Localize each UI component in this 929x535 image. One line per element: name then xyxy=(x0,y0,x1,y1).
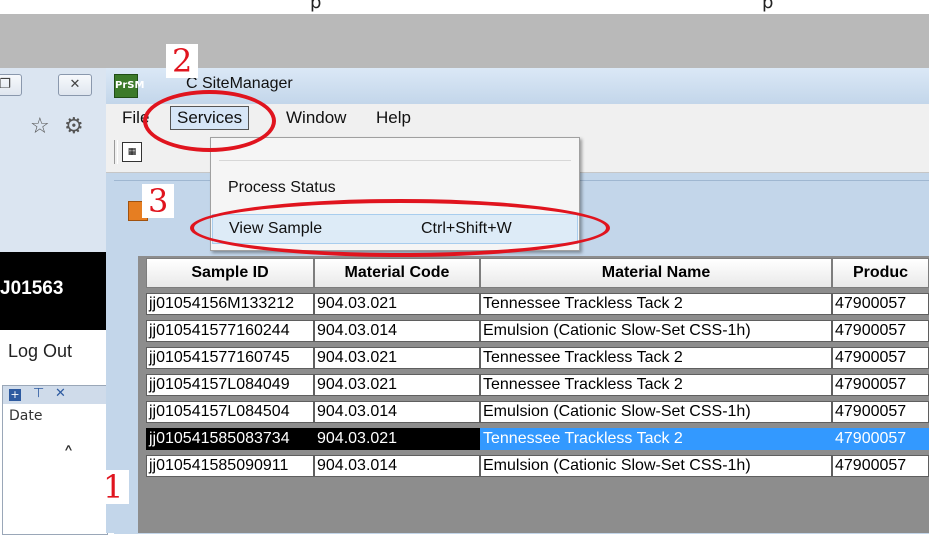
menu-help[interactable]: Help xyxy=(372,108,415,128)
cell-material-name: Tennessee Trackless Tack 2 xyxy=(480,347,832,369)
cell-material-name: Tennessee Trackless Tack 2 xyxy=(480,374,832,396)
cell-product: 47900057 xyxy=(832,428,929,450)
top-strip: p p xyxy=(0,0,929,14)
cell-sample-id: jj010541585090911 xyxy=(146,455,314,477)
table-header: Sample ID Material Code Material Name Pr… xyxy=(138,256,929,290)
cell-product: 47900057 xyxy=(832,401,929,423)
cell-material-code: 904.03.021 xyxy=(314,428,480,450)
browser-window: ❐ ✕ ☆ ⚙ J01563 Log Out + ⊤ ✕ Date ˄ xyxy=(0,68,108,535)
table-row[interactable]: jj01054157L084049 904.03.021 Tennessee T… xyxy=(138,371,929,398)
cell-sample-id: jj01054157L084504 xyxy=(146,401,314,423)
table-row[interactable]: jj01054157L084504 904.03.014 Emulsion (C… xyxy=(138,398,929,425)
table-view-icon[interactable]: ▦ xyxy=(122,142,142,162)
close-button[interactable]: ✕ xyxy=(58,74,92,96)
cell-sample-id: jj010541577160244 xyxy=(146,320,314,342)
table-row[interactable]: jj010541585090911 904.03.014 Emulsion (C… xyxy=(138,452,929,479)
cell-material-code: 904.03.021 xyxy=(314,374,480,396)
cell-sample-id: jj01054156M133212 xyxy=(146,293,314,315)
cell-product: 47900057 xyxy=(832,374,929,396)
star-icon[interactable]: ☆ xyxy=(30,114,50,139)
table-row[interactable]: jj01054156M133212 904.03.021 Tennessee T… xyxy=(138,290,929,317)
cell-sample-id: jj01054157L084049 xyxy=(146,374,314,396)
panel-header: + ⊤ ✕ xyxy=(3,386,107,404)
cell-material-name: Tennessee Trackless Tack 2 xyxy=(480,428,832,450)
user-id-text: J01563 xyxy=(0,278,64,299)
cell-material-name: Emulsion (Cationic Slow-Set CSS-1h) xyxy=(480,320,832,342)
col-material-code[interactable]: Material Code xyxy=(314,258,480,288)
cell-sample-id: jj010541585083734 xyxy=(146,428,314,450)
side-panel: + ⊤ ✕ Date ˄ xyxy=(2,385,108,535)
cell-product: 47900057 xyxy=(832,320,929,342)
toolbar-grip xyxy=(114,140,118,164)
logout-link[interactable]: Log Out xyxy=(8,341,72,362)
cell-material-name: Emulsion (Cationic Slow-Set CSS-1h) xyxy=(480,455,832,477)
plus-icon[interactable]: + xyxy=(9,389,21,401)
menu-separator xyxy=(219,160,571,161)
table-row[interactable]: jj010541577160244 904.03.014 Emulsion (C… xyxy=(138,317,929,344)
app-logo-icon: PrSM xyxy=(114,74,144,98)
cell-material-code: 904.03.021 xyxy=(314,347,480,369)
close-icon: ✕ xyxy=(69,77,81,92)
cell-product: 47900057 xyxy=(832,293,929,315)
cell-product: 47900057 xyxy=(832,455,929,477)
cell-material-name: Emulsion (Cationic Slow-Set CSS-1h) xyxy=(480,401,832,423)
partial-text: p xyxy=(762,0,774,13)
cell-product: 47900057 xyxy=(832,347,929,369)
col-sample-id[interactable]: Sample ID xyxy=(146,258,314,288)
pin-icon[interactable]: ⊤ xyxy=(33,386,44,401)
cell-material-code: 904.03.014 xyxy=(314,401,480,423)
annotation-step-3: 3 xyxy=(142,184,175,218)
cell-material-code: 904.03.014 xyxy=(314,320,480,342)
gear-icon[interactable]: ⚙ xyxy=(64,114,84,139)
date-column-label: Date xyxy=(9,408,43,424)
user-banner: J01563 xyxy=(0,252,106,330)
annotation-step-2: 2 xyxy=(166,44,199,78)
cell-material-code: 904.03.021 xyxy=(314,293,480,315)
table-row[interactable]: jj010541577160745 904.03.021 Tennessee T… xyxy=(138,344,929,371)
cell-material-code: 904.03.014 xyxy=(314,455,480,477)
annotation-circle-view-sample xyxy=(190,199,610,257)
restore-button[interactable]: ❐ xyxy=(0,74,22,96)
col-product[interactable]: Produc xyxy=(832,258,929,288)
annotation-step-1: 1 xyxy=(97,470,130,504)
close-icon[interactable]: ✕ xyxy=(55,386,66,401)
left-content: Log Out + ⊤ ✕ Date ˄ xyxy=(0,330,108,535)
chevron-up-icon[interactable]: ˄ xyxy=(63,444,74,469)
restore-icon: ❐ xyxy=(0,77,11,92)
annotation-circle-services xyxy=(143,90,276,152)
menu-window[interactable]: Window xyxy=(282,108,350,128)
background-band xyxy=(0,14,929,68)
col-material-name[interactable]: Material Name xyxy=(480,258,832,288)
partial-text: p xyxy=(310,0,322,13)
cell-sample-id: jj010541577160745 xyxy=(146,347,314,369)
menu-item-label: Process Status xyxy=(228,179,336,196)
sample-table: Sample ID Material Code Material Name Pr… xyxy=(138,256,929,533)
cell-material-name: Tennessee Trackless Tack 2 xyxy=(480,293,832,315)
table-row-selected[interactable]: jj010541585083734 904.03.021 Tennessee T… xyxy=(138,425,929,452)
